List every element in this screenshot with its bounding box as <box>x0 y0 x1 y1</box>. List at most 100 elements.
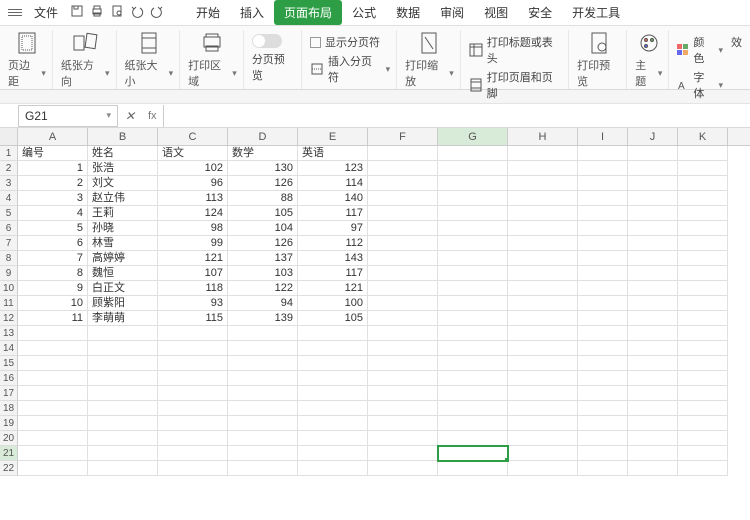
cell[interactable] <box>578 311 628 326</box>
cell[interactable] <box>438 206 508 221</box>
cell[interactable] <box>628 371 678 386</box>
cell[interactable]: 126 <box>228 236 298 251</box>
cell[interactable] <box>678 386 728 401</box>
cell[interactable]: 103 <box>228 266 298 281</box>
cell[interactable]: 94 <box>228 296 298 311</box>
cell[interactable] <box>158 341 228 356</box>
cell[interactable] <box>678 341 728 356</box>
cell[interactable]: 2 <box>18 176 88 191</box>
print-preview-icon[interactable] <box>110 4 124 21</box>
cell[interactable]: 8 <box>18 266 88 281</box>
cell[interactable] <box>368 146 438 161</box>
cell[interactable]: 121 <box>158 251 228 266</box>
cell[interactable] <box>578 401 628 416</box>
cell[interactable] <box>678 161 728 176</box>
save-icon[interactable] <box>70 4 84 21</box>
cell[interactable]: 124 <box>158 206 228 221</box>
cell[interactable] <box>228 356 298 371</box>
undo-icon[interactable] <box>130 4 144 21</box>
cell[interactable] <box>508 191 578 206</box>
cell[interactable] <box>628 206 678 221</box>
cell[interactable] <box>508 206 578 221</box>
cell[interactable] <box>578 191 628 206</box>
cell[interactable] <box>18 431 88 446</box>
cell[interactable] <box>18 416 88 431</box>
cell[interactable] <box>508 281 578 296</box>
cell[interactable] <box>158 431 228 446</box>
cell[interactable]: 97 <box>298 221 368 236</box>
cell[interactable] <box>368 326 438 341</box>
col-header-D[interactable]: D <box>228 128 298 145</box>
margins-button[interactable]: 页边距▾ <box>2 30 53 89</box>
cell[interactable] <box>438 356 508 371</box>
cell[interactable] <box>298 446 368 461</box>
cell[interactable] <box>508 401 578 416</box>
cell[interactable]: 117 <box>298 266 368 281</box>
cell[interactable] <box>298 386 368 401</box>
orientation-button[interactable]: 纸张方向▾ <box>55 30 117 89</box>
col-header-B[interactable]: B <box>88 128 158 145</box>
cell[interactable] <box>628 161 678 176</box>
row-header[interactable]: 20 <box>0 431 18 446</box>
cell[interactable] <box>508 341 578 356</box>
cell[interactable]: 139 <box>228 311 298 326</box>
fx-icon[interactable]: fx <box>148 110 157 122</box>
row-header[interactable]: 2 <box>0 161 18 176</box>
cell[interactable] <box>438 251 508 266</box>
cell[interactable] <box>228 401 298 416</box>
cell[interactable]: 98 <box>158 221 228 236</box>
cell[interactable] <box>678 416 728 431</box>
cell[interactable]: 4 <box>18 206 88 221</box>
cell[interactable] <box>678 446 728 461</box>
cell[interactable] <box>628 236 678 251</box>
theme-button[interactable]: 主题▾ <box>629 30 669 89</box>
cell[interactable] <box>88 371 158 386</box>
cell[interactable] <box>158 401 228 416</box>
cell[interactable] <box>628 326 678 341</box>
cell[interactable] <box>508 386 578 401</box>
cell[interactable] <box>438 341 508 356</box>
cell[interactable] <box>368 206 438 221</box>
cell[interactable]: 107 <box>158 266 228 281</box>
cell[interactable] <box>158 461 228 476</box>
tab-公式[interactable]: 公式 <box>342 0 386 25</box>
cell[interactable] <box>88 446 158 461</box>
cell[interactable] <box>368 266 438 281</box>
cell[interactable] <box>158 386 228 401</box>
cell[interactable]: 118 <box>158 281 228 296</box>
cell[interactable]: 100 <box>298 296 368 311</box>
cell[interactable] <box>678 206 728 221</box>
cell[interactable] <box>578 146 628 161</box>
cell[interactable] <box>578 281 628 296</box>
cell[interactable] <box>438 221 508 236</box>
cell[interactable] <box>508 176 578 191</box>
cell[interactable] <box>628 446 678 461</box>
cell[interactable] <box>228 461 298 476</box>
row-header[interactable]: 8 <box>0 251 18 266</box>
col-header-E[interactable]: E <box>298 128 368 145</box>
cell[interactable] <box>368 386 438 401</box>
row-header[interactable]: 5 <box>0 206 18 221</box>
col-header-A[interactable]: A <box>18 128 88 145</box>
cell[interactable]: 143 <box>298 251 368 266</box>
cell[interactable] <box>368 176 438 191</box>
cell[interactable] <box>628 176 678 191</box>
cell[interactable] <box>578 371 628 386</box>
cell[interactable] <box>298 431 368 446</box>
cell[interactable] <box>678 281 728 296</box>
cell[interactable] <box>368 446 438 461</box>
cell[interactable] <box>578 176 628 191</box>
cell[interactable] <box>368 341 438 356</box>
col-header-H[interactable]: H <box>508 128 578 145</box>
cell[interactable]: 104 <box>228 221 298 236</box>
row-header[interactable]: 4 <box>0 191 18 206</box>
col-header-J[interactable]: J <box>628 128 678 145</box>
row-header[interactable]: 6 <box>0 221 18 236</box>
cell[interactable]: 7 <box>18 251 88 266</box>
cell[interactable] <box>678 236 728 251</box>
cell[interactable]: 10 <box>18 296 88 311</box>
cell[interactable] <box>578 386 628 401</box>
cell[interactable] <box>678 326 728 341</box>
cell[interactable] <box>628 251 678 266</box>
cell[interactable] <box>578 431 628 446</box>
